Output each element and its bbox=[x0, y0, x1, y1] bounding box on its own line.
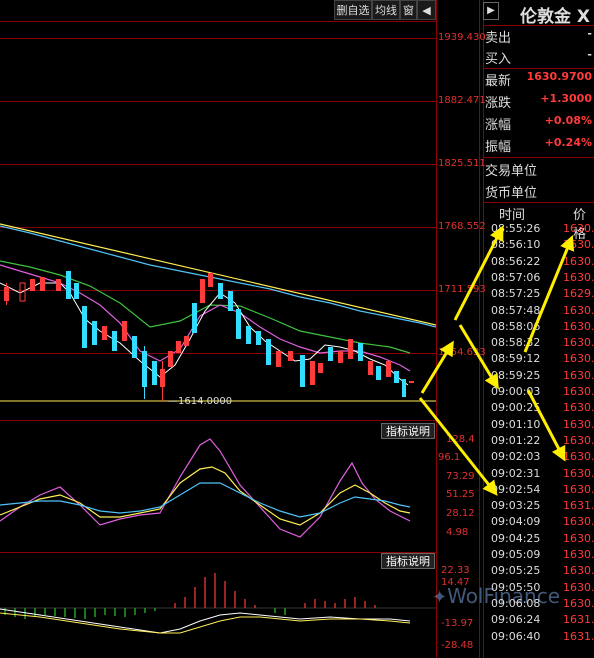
tick-price: 1630.8 bbox=[563, 548, 594, 561]
tick-row: 09:04:25 1630.8 bbox=[485, 532, 594, 548]
tick-row: 09:06:40 1631.0 bbox=[485, 630, 594, 646]
tick-price: 1631.0 bbox=[563, 613, 594, 627]
quote-sell: 卖出 - bbox=[485, 27, 592, 46]
tick-price: 1630.8 bbox=[563, 564, 594, 578]
tick-time: 09:04:25 bbox=[491, 531, 541, 545]
expand-right-icon[interactable]: ▶ bbox=[483, 2, 499, 20]
collapse-left-icon[interactable]: ◀ bbox=[417, 0, 436, 20]
indicator-y-label: 4.98 bbox=[446, 527, 469, 538]
tick-time: 09:06:24 bbox=[491, 613, 541, 627]
divider bbox=[483, 157, 594, 158]
tick-row: 09:05:50 1630.7 bbox=[485, 581, 594, 597]
watermark-icon: ✦ bbox=[432, 587, 448, 608]
quote-latest: 最新 1630.9700 bbox=[485, 70, 592, 89]
tick-row: 09:06:08 1630.7 bbox=[485, 597, 594, 613]
quote-change-pct: 涨幅 +0.08% bbox=[485, 114, 592, 133]
tick-time: 09:04:09 bbox=[491, 515, 541, 529]
indicator-y-label: 22.33 bbox=[441, 565, 470, 576]
y-axis-label: 1882.471 bbox=[438, 95, 486, 106]
window-button[interactable]: 窗 bbox=[400, 0, 417, 20]
delete-from-watchlist-button[interactable]: 删自选 bbox=[334, 0, 372, 20]
tick-row: 09:06:24 1631.0 bbox=[485, 613, 594, 629]
tick-time: 09:05:50 bbox=[491, 580, 541, 594]
tick-time: 09:03:25 bbox=[491, 499, 541, 513]
tick-row: 09:05:25 1630.8 bbox=[485, 564, 594, 580]
divider bbox=[483, 25, 594, 26]
tick-price: 1631.0 bbox=[563, 499, 594, 513]
tick-row: 09:05:09 1630.8 bbox=[485, 548, 594, 564]
quote-amplitude: 振幅 +0.24% bbox=[485, 136, 592, 155]
quote-buy: 买入 - bbox=[485, 48, 592, 67]
tick-time: 09:06:08 bbox=[491, 596, 541, 610]
indicator-y-label: 28.12 bbox=[446, 508, 475, 519]
quote-title: 伦敦金 X bbox=[520, 7, 591, 27]
tick-price: 1630.8 bbox=[563, 531, 594, 545]
candlestick-chart bbox=[0, 223, 436, 402]
divider bbox=[483, 68, 594, 69]
indicator-y-label: -13.97 bbox=[441, 618, 474, 629]
kdj-indicator-chart bbox=[0, 438, 411, 538]
macd-indicator-chart bbox=[0, 573, 436, 634]
tick-row: 09:04:09 1630.7 bbox=[485, 515, 594, 531]
tick-time: 09:05:25 bbox=[491, 564, 541, 578]
y-axis-label: 1825.511 bbox=[438, 158, 486, 169]
tick-price: 1631.0 bbox=[563, 629, 594, 643]
quote-trade-unit: 交易单位 bbox=[485, 164, 538, 179]
moving-average-button[interactable]: 均线 bbox=[372, 0, 400, 20]
quote-change: 涨跌 +1.3000 bbox=[485, 92, 592, 111]
tick-price: 1630.7 bbox=[563, 596, 594, 610]
candles bbox=[4, 271, 414, 401]
low-price-marker: —1614.0000 bbox=[168, 396, 233, 407]
indicator-y-label: -28.48 bbox=[441, 640, 474, 651]
tick-row: 09:03:25 1631.0 bbox=[485, 499, 594, 515]
annotation-arrows bbox=[418, 225, 575, 496]
tick-time: 09:05:09 bbox=[491, 548, 541, 561]
y-axis-label: 1939.430 bbox=[438, 32, 486, 43]
tick-price: 1630.7 bbox=[563, 515, 594, 529]
tick-price: 1630.7 bbox=[563, 580, 594, 594]
tick-time: 09:06:40 bbox=[491, 629, 541, 643]
